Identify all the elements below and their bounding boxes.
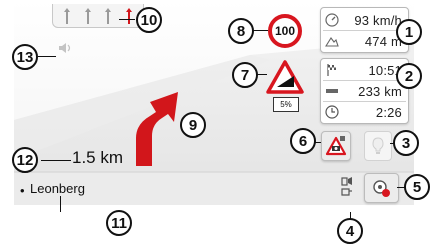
maneuver-distance: 1.5 km — [72, 148, 124, 167]
callout-badge: 6 — [290, 128, 316, 154]
remaining-distance: 233 km — [358, 83, 402, 99]
street-name: Leonberg — [30, 181, 85, 196]
callout-leader — [41, 160, 71, 161]
gradient-percent: 5% — [273, 97, 299, 112]
callout-badge: 10 — [136, 7, 162, 33]
finish-flag-icon — [327, 64, 336, 76]
callout-leader — [60, 196, 61, 212]
navigation-screen: 100 5% 93 km/h 474 m 10:51 233 km 2:26 1… — [0, 0, 434, 247]
speedometer-icon — [325, 13, 339, 27]
options-button[interactable] — [364, 173, 399, 203]
current-speed: 93 km/h — [354, 12, 402, 28]
options-icon — [373, 180, 390, 197]
callout-badge: 12 — [12, 147, 38, 173]
callout-leader — [119, 19, 135, 20]
lane-arrow-icon — [64, 7, 71, 24]
speed-limit-sign: 100 — [268, 14, 302, 48]
speaker-icon[interactable] — [58, 42, 74, 54]
speed-camera-icon — [325, 136, 347, 156]
speed-camera-button[interactable] — [321, 131, 351, 161]
callout-badge: 7 — [232, 62, 258, 88]
gradient-warning-sign — [266, 60, 304, 94]
callout-badge: 3 — [393, 130, 419, 156]
lane-guidance-bar — [52, 4, 144, 28]
gps-status-icon[interactable] — [340, 175, 356, 201]
callout-badge: 1 — [396, 19, 422, 45]
lane-light-button[interactable] — [364, 131, 392, 161]
route-info-panel[interactable]: 10:51 233 km 2:26 — [320, 58, 409, 124]
callout-badge: 4 — [337, 218, 363, 244]
lane-arrow-icon — [125, 7, 132, 24]
callout-leader — [253, 30, 268, 31]
remaining-time: 2:26 — [375, 104, 402, 120]
callout-badge: 13 — [12, 44, 38, 70]
callout-leader — [257, 74, 267, 75]
lane-arrow-icon — [105, 7, 112, 24]
callout-badge: 5 — [404, 174, 430, 200]
lane-arrow-icon — [84, 7, 91, 24]
lightbulb-icon — [372, 137, 384, 154]
road-icon — [326, 89, 338, 93]
callout-badge: 9 — [180, 112, 206, 138]
altitude-icon — [325, 37, 339, 47]
street-bullet: • — [20, 183, 25, 198]
callout-leader — [38, 56, 56, 57]
callout-badge: 11 — [106, 210, 132, 236]
callout-badge: 8 — [228, 18, 254, 44]
callout-badge: 2 — [396, 63, 422, 89]
clock-icon — [325, 105, 339, 119]
